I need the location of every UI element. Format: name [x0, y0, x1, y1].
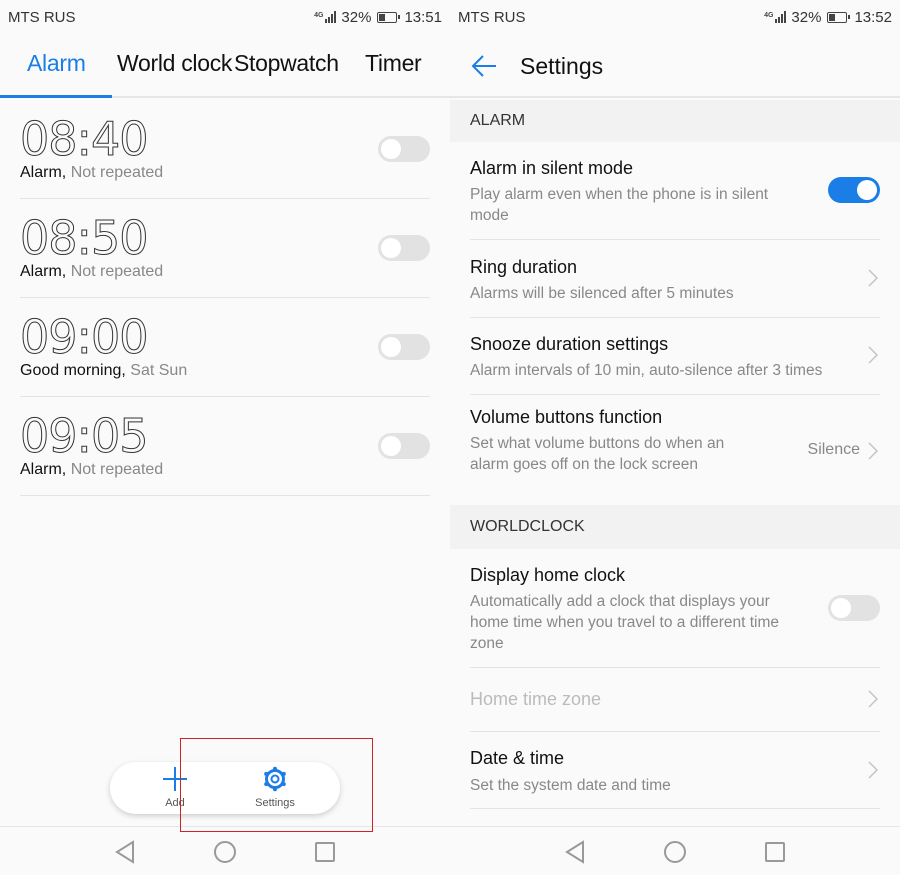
- alarm-time: 09:00: [20, 310, 150, 365]
- signal-icon: 4G: [764, 11, 787, 23]
- volume-buttons-value: Silence: [807, 441, 860, 458]
- chevron-right-icon: [868, 761, 879, 779]
- alarm-repeat: Not repeated: [70, 164, 164, 181]
- setting-title: Display home clock: [470, 565, 626, 585]
- alarm-name: Good morning,: [20, 362, 126, 379]
- section-header-alarm: ALARM: [450, 100, 900, 142]
- alarm-repeat: Not repeated: [70, 263, 164, 280]
- setting-description: Play alarm even when the phone is in sil…: [470, 186, 769, 224]
- settings-button[interactable]: Settings: [230, 762, 320, 814]
- setting-description: Set what volume buttons do when an alarm…: [470, 435, 725, 473]
- tab-world-clock[interactable]: World clock: [117, 50, 232, 77]
- signal-icon: 4G: [314, 11, 337, 23]
- chevron-right-icon: [868, 346, 879, 364]
- chevron-right-icon: [868, 442, 879, 460]
- back-triangle-icon: [115, 840, 134, 864]
- alarm-name: Alarm,: [20, 461, 67, 478]
- setting-description: Automatically add a clock that displays …: [470, 593, 780, 652]
- alarm-time: 08:40: [20, 112, 150, 167]
- chevron-right-icon: [868, 690, 879, 708]
- alarm-item[interactable]: 09:05 Alarm, Not repeated: [20, 397, 430, 496]
- add-button[interactable]: Add: [130, 762, 220, 814]
- chevron-right-icon: [868, 269, 879, 287]
- add-label: Add: [165, 797, 185, 809]
- back-triangle-icon: [565, 840, 584, 864]
- battery-percent: 32%: [341, 8, 372, 26]
- setting-description: Set the system date and time: [470, 777, 671, 794]
- alarm-list: 08:40 Alarm, Not repeated 08:50 Alarm, N…: [20, 100, 430, 496]
- setting-date-time[interactable]: Date & time Set the system date and time: [470, 732, 880, 809]
- system-nav-bar: [450, 826, 900, 875]
- home-nav-button[interactable]: [212, 839, 238, 865]
- alarm-time: 08:50: [20, 211, 150, 266]
- status-bar: MTS RUS 4G 32% 13:51: [0, 0, 450, 34]
- gear-icon: [264, 766, 286, 792]
- settings-screen: MTS RUS 4G 32% 13:52 Settings ALARM Alar…: [450, 0, 900, 875]
- battery-icon: [827, 11, 851, 23]
- setting-volume-buttons[interactable]: Volume buttons function Set what volume …: [470, 395, 880, 505]
- home-nav-button[interactable]: [662, 839, 688, 865]
- home-circle-icon: [664, 841, 686, 863]
- setting-title: Alarm in silent mode: [470, 158, 634, 178]
- silent-mode-toggle[interactable]: [828, 177, 880, 203]
- setting-title: Volume buttons function: [470, 407, 663, 427]
- alarm-item[interactable]: 08:40 Alarm, Not repeated: [20, 100, 430, 199]
- battery-percent: 32%: [791, 8, 822, 26]
- alarm-screen: MTS RUS 4G 32% 13:51 Alarm World clock S…: [0, 0, 450, 875]
- alarm-repeat: Not repeated: [70, 461, 164, 478]
- setting-title: Snooze duration settings: [470, 334, 669, 354]
- back-nav-button[interactable]: [562, 839, 588, 865]
- setting-title: Home time zone: [470, 689, 602, 709]
- clock-time: 13:51: [404, 8, 442, 26]
- alarm-toggle[interactable]: [378, 334, 430, 360]
- tab-alarm[interactable]: Alarm: [27, 50, 86, 77]
- back-arrow-icon[interactable]: [470, 52, 498, 80]
- tab-timer[interactable]: Timer: [365, 50, 422, 77]
- home-clock-toggle[interactable]: [828, 595, 880, 621]
- page-title: Settings: [520, 53, 604, 79]
- alarm-item[interactable]: 09:00 Good morning, Sat Sun: [20, 298, 430, 397]
- system-nav-bar: [0, 826, 450, 875]
- setting-display-home-clock[interactable]: Display home clock Automatically add a c…: [470, 549, 880, 668]
- carrier-label: MTS RUS: [458, 8, 526, 26]
- setting-snooze-duration[interactable]: Snooze duration settings Alarm intervals…: [470, 318, 880, 395]
- recents-square-icon: [765, 842, 785, 862]
- recents-nav-button[interactable]: [762, 839, 788, 865]
- back-nav-button[interactable]: [112, 839, 138, 865]
- setting-description: Alarms will be silenced after 5 minutes: [470, 285, 734, 302]
- clock-time: 13:52: [854, 8, 892, 26]
- alarm-name: Alarm,: [20, 263, 67, 280]
- active-tab-indicator: [0, 95, 112, 98]
- alarm-name: Alarm,: [20, 164, 67, 181]
- home-circle-icon: [214, 841, 236, 863]
- carrier-label: MTS RUS: [8, 8, 76, 26]
- alarm-toggle[interactable]: [378, 433, 430, 459]
- alarm-toggle[interactable]: [378, 235, 430, 261]
- settings-label: Settings: [255, 797, 295, 809]
- alarm-toggle[interactable]: [378, 136, 430, 162]
- plus-icon: [163, 767, 187, 791]
- settings-header: Settings: [450, 34, 900, 98]
- setting-title: Ring duration: [470, 257, 578, 277]
- action-bar: Add Settings: [110, 762, 340, 814]
- alarm-item[interactable]: 08:50 Alarm, Not repeated: [20, 199, 430, 298]
- setting-home-time-zone: Home time zone: [470, 668, 880, 732]
- section-header-worldclock: WORLDCLOCK: [450, 505, 900, 549]
- setting-alarm-silent-mode[interactable]: Alarm in silent mode Play alarm even whe…: [470, 142, 880, 240]
- recents-square-icon: [315, 842, 335, 862]
- status-bar: MTS RUS 4G 32% 13:52: [450, 0, 900, 34]
- alarm-time: 09:05: [20, 409, 150, 464]
- setting-title: Date & time: [470, 748, 565, 768]
- alarm-repeat: Sat Sun: [130, 362, 188, 379]
- setting-description: Alarm intervals of 10 min, auto-silence …: [470, 362, 823, 379]
- recents-nav-button[interactable]: [312, 839, 338, 865]
- tab-bar: Alarm World clock Stopwatch Timer: [0, 34, 450, 98]
- tab-stopwatch[interactable]: Stopwatch: [234, 50, 339, 77]
- battery-icon: [377, 11, 401, 23]
- setting-ring-duration[interactable]: Ring duration Alarms will be silenced af…: [470, 240, 880, 318]
